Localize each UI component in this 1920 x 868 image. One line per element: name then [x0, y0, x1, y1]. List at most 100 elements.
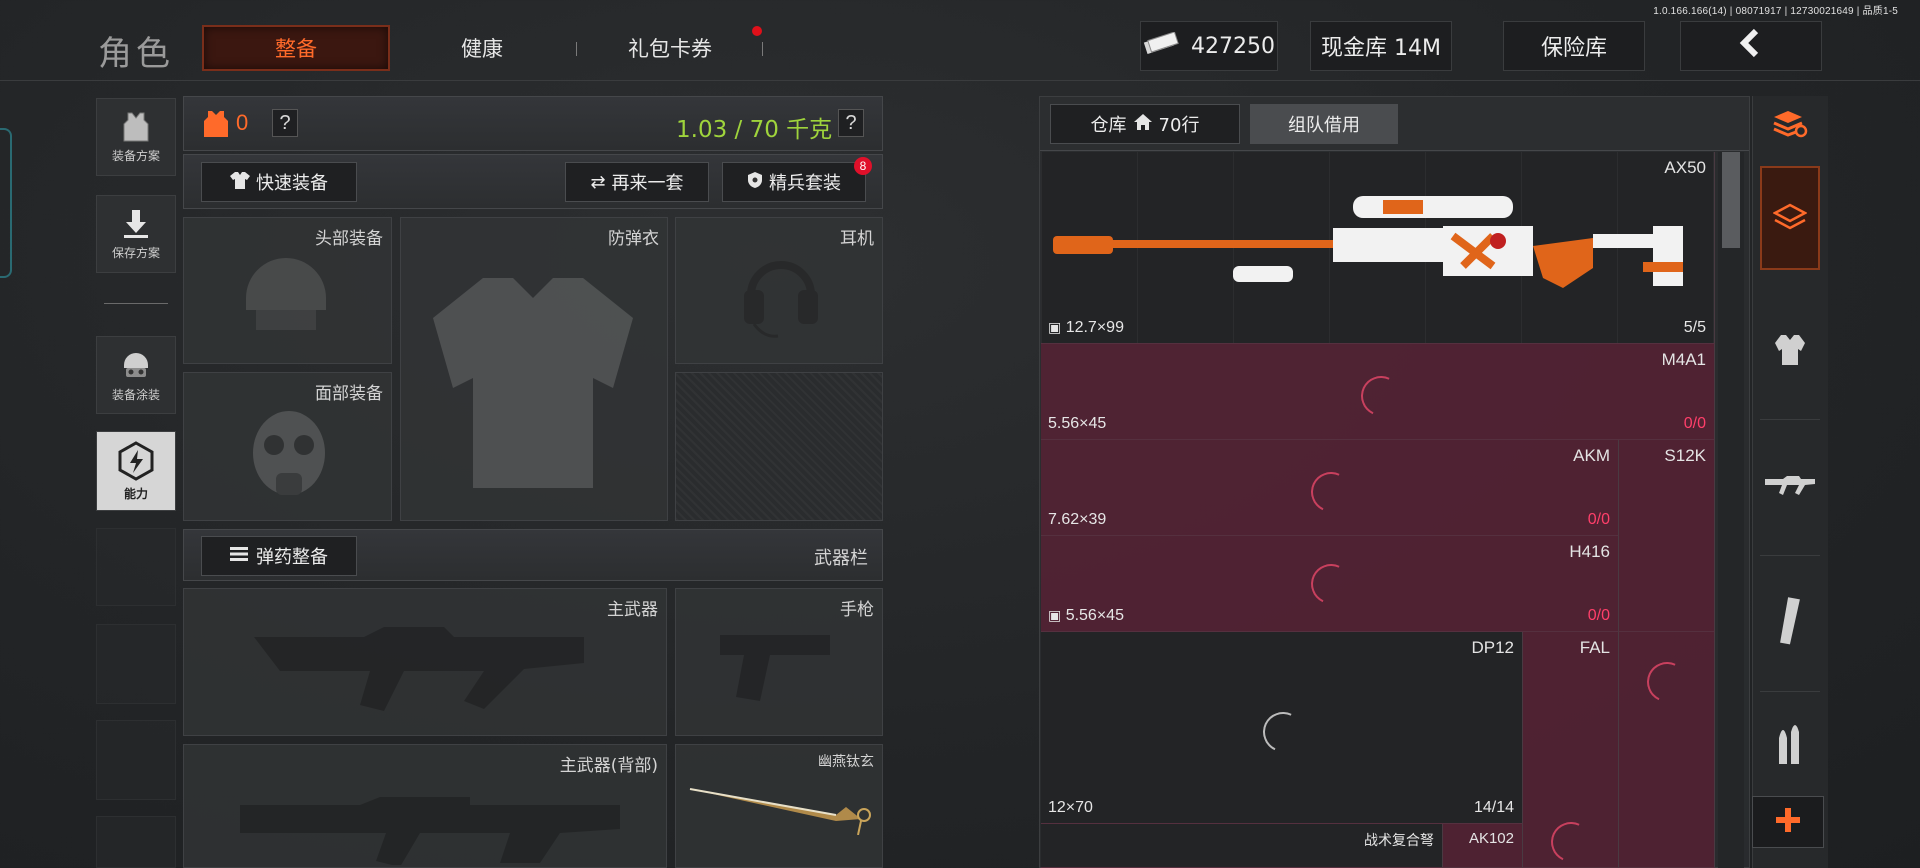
warehouse-item-dp12[interactable]: DP12 12×70 14/14	[1041, 632, 1523, 824]
warehouse-tab[interactable]: 仓库 70行	[1050, 104, 1240, 144]
face-slot[interactable]: 面部装备	[183, 372, 392, 521]
safe-vault-button[interactable]: 保险库	[1503, 21, 1645, 71]
body-armor-icon	[423, 268, 643, 503]
equipment-paint-label: 装备涂装	[111, 388, 160, 402]
ability-label: 能力	[123, 487, 148, 501]
loadout-action-bar: 快速装备 ⇄ 再来一套 精兵套装 8	[183, 154, 883, 209]
gas-mask-icon	[244, 403, 334, 518]
bullet-icon	[1775, 718, 1805, 773]
headset-slot[interactable]: 耳机	[675, 217, 883, 364]
tab-divider	[762, 42, 763, 56]
item-name: AX50	[1664, 158, 1706, 177]
rifle-icon	[1765, 471, 1815, 504]
scrollbar-thumb[interactable]	[1722, 152, 1740, 248]
empty-menu-slot	[96, 528, 176, 606]
equipment-paint-button[interactable]: 装备涂装	[96, 336, 176, 414]
vest-slot[interactable]: 防弹衣	[400, 217, 668, 521]
version-string: 1.0.166.166(14) | 08071917 | 12730021649…	[1653, 6, 1898, 17]
side-handle[interactable]	[0, 128, 12, 278]
magazine-icon	[1778, 596, 1802, 651]
empty-menu-slot	[96, 624, 176, 704]
cash-icon	[1143, 31, 1181, 60]
head-slot[interactable]: 头部装备	[183, 217, 392, 364]
item-count: 14/14	[1473, 799, 1514, 816]
item-caliber: 5.56×45	[1048, 415, 1107, 432]
helmet-icon	[236, 238, 336, 363]
chevron-left-icon	[1736, 28, 1766, 64]
empty-gear-slot[interactable]	[675, 372, 883, 521]
back-button[interactable]	[1680, 21, 1822, 71]
money-display: 427250	[1140, 21, 1278, 71]
rail-stack-refresh[interactable]	[1760, 104, 1820, 148]
item-count: 0/0	[1683, 415, 1706, 432]
ability-icon	[115, 440, 157, 485]
melee-slot[interactable]: 幽燕钛玄	[675, 744, 883, 868]
item-name: FAL	[1579, 638, 1610, 657]
rail-magazines[interactable]	[1760, 556, 1820, 692]
ammo-equip-label: 弹药整备	[256, 547, 328, 568]
tab-health[interactable]: 健康	[400, 25, 564, 71]
primary-weapon-slot[interactable]: 主武器	[183, 588, 667, 736]
notification-dot	[752, 26, 762, 36]
loading-icon	[1305, 466, 1357, 518]
knife-icon	[686, 785, 876, 840]
package-icon: ▣	[1048, 607, 1062, 623]
rail-all-items[interactable]	[1760, 166, 1820, 270]
tab-gift-cards[interactable]: 礼包卡券	[590, 25, 750, 71]
save-plan-button[interactable]: 保存方案	[96, 195, 176, 273]
plus-icon	[1774, 806, 1802, 839]
item-name: H416	[1569, 542, 1610, 561]
warehouse-item-ax50[interactable]: AX50 ▣ 12.7×99 5/5	[1041, 152, 1715, 344]
warehouse-item-m4a1[interactable]: M4A1 5.56×45 0/0	[1041, 344, 1715, 440]
armor-count: 0	[236, 110, 249, 135]
warehouse-item-unknown[interactable]	[1619, 632, 1715, 868]
warehouse-tab-label: 仓库	[1090, 115, 1127, 136]
tab-equip[interactable]: 整备	[202, 25, 390, 71]
add-button[interactable]	[1752, 796, 1824, 848]
item-count: 0/0	[1587, 607, 1610, 624]
warehouse-item-h416[interactable]: H416 ▣ 5.56×45 0/0	[1041, 536, 1619, 632]
ammo-icon	[230, 546, 250, 567]
loadout-plan-button[interactable]: 装备方案	[96, 98, 176, 176]
pistol-slot[interactable]: 手枪	[675, 588, 883, 736]
primary-back-weapon-slot[interactable]: 主武器(背部)	[183, 744, 667, 868]
weight-help-button[interactable]: ?	[838, 109, 864, 137]
ammo-equip-button[interactable]: 弹药整备	[201, 536, 357, 576]
quick-equip-button[interactable]: 快速装备	[201, 162, 357, 202]
item-count: 5/5	[1683, 319, 1706, 336]
shield-icon	[747, 171, 763, 194]
cash-vault-button[interactable]: 现金库 14M	[1310, 21, 1452, 71]
stack-refresh-icon	[1772, 109, 1808, 144]
warehouse-item-fal[interactable]: FAL	[1523, 632, 1619, 868]
ammo-bar: 弹药整备 武器栏	[183, 529, 883, 581]
carbine-icon	[240, 775, 620, 868]
rail-armor[interactable]	[1760, 286, 1820, 420]
package-icon: ▣	[1048, 319, 1062, 335]
loadout-plan-label: 装备方案	[111, 149, 160, 163]
warehouse-scrollbar[interactable]	[1718, 152, 1744, 868]
refresh-icon: ⇄	[590, 171, 606, 193]
team-borrow-tab[interactable]: 组队借用	[1250, 104, 1398, 144]
elite-set-button[interactable]: 精兵套装	[722, 162, 866, 202]
shirt-icon	[230, 171, 250, 194]
item-count: 0/0	[1587, 511, 1610, 528]
empty-menu-slot	[96, 720, 176, 800]
item-name: DP12	[1471, 638, 1514, 657]
face-slot-label: 面部装备	[315, 384, 383, 404]
armor-icon	[202, 109, 230, 144]
rifle-icon	[254, 609, 594, 724]
rail-ammo[interactable]	[1760, 692, 1820, 798]
warehouse-item-crossbow[interactable]: 战术复合弩	[1041, 824, 1443, 868]
rail-weapons[interactable]	[1760, 420, 1820, 556]
warehouse-item-akm[interactable]: AKM 7.62×39 0/0	[1041, 440, 1619, 536]
warehouse-item-s12k[interactable]: S12K	[1619, 440, 1715, 632]
warehouse-item-ak102[interactable]: AK102	[1443, 824, 1523, 868]
item-caliber: ▣ 5.56×45	[1048, 607, 1124, 624]
melee-label: 幽燕钛玄	[818, 754, 874, 770]
ability-button[interactable]: 能力	[96, 431, 176, 511]
warehouse-tabs-bar: 仓库 70行 组队借用	[1040, 97, 1749, 151]
loading-icon	[1355, 370, 1407, 422]
again-button[interactable]: ⇄ 再来一套	[565, 162, 709, 202]
elite-set-badge: 8	[854, 157, 872, 175]
armor-help-button[interactable]: ?	[272, 109, 298, 137]
